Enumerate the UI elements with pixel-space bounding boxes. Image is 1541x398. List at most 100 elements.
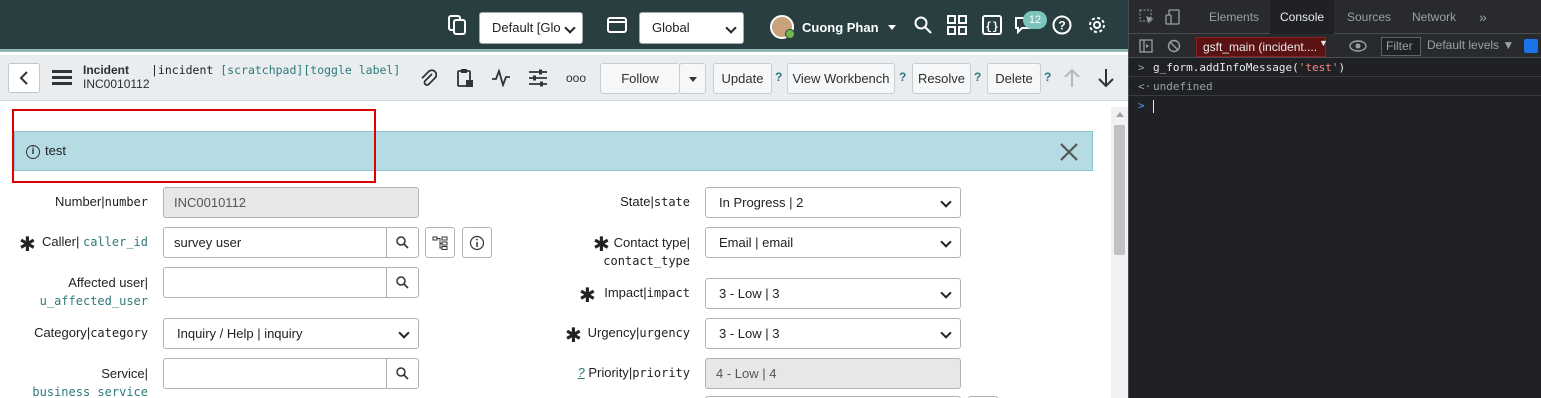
command-object: g_form. <box>1153 61 1200 74</box>
javascript-context-select[interactable]: gsft_main (incident.... <box>1196 37 1326 57</box>
toggle-label-link[interactable]: [toggle label] <box>303 63 400 77</box>
console-result-line: <· undefined <box>1129 77 1541 96</box>
caller-input[interactable]: survey user <box>163 227 419 258</box>
follow-button[interactable]: Follow <box>600 63 680 94</box>
console-prompt-line[interactable]: > <box>1129 96 1541 115</box>
state-label: State|state <box>620 194 690 209</box>
number-field: INC0010112 <box>163 187 419 218</box>
command-suffix: ) <box>1338 61 1346 74</box>
form-scrollbar[interactable] <box>1111 107 1128 398</box>
view-workbench-help-icon[interactable]: ? <box>899 70 906 84</box>
urgency-select[interactable]: 3 - Low | 3 <box>705 318 961 349</box>
result-arrow-icon: <· <box>1138 80 1152 93</box>
impact-select[interactable]: 3 - Low | 3 <box>705 278 961 309</box>
user-avatar <box>770 15 795 39</box>
device-toolbar-icon[interactable] <box>1165 9 1181 28</box>
previous-record-arrow-icon[interactable] <box>1061 67 1083 89</box>
hamburger-menu-icon[interactable] <box>52 70 72 86</box>
service-input[interactable] <box>163 358 419 389</box>
update-help-icon[interactable]: ? <box>775 70 782 84</box>
gear-icon[interactable] <box>1086 14 1108 36</box>
search-icon[interactable] <box>386 359 418 388</box>
search-icon[interactable] <box>386 228 418 257</box>
log-levels-select[interactable]: Default levels ▼ <box>1427 38 1514 52</box>
connect-sidebar-grid-icon[interactable] <box>946 14 968 36</box>
affected-user-input[interactable] <box>163 267 419 298</box>
personalize-sliders-icon[interactable] <box>527 67 549 89</box>
devtools-panel: Elements Console Sources Network » gsft_… <box>1128 0 1541 398</box>
resolve-help-icon[interactable]: ? <box>974 70 981 84</box>
update-button[interactable]: Update <box>713 63 772 94</box>
record-type: Incident <box>83 63 130 77</box>
caret-down-icon <box>688 77 697 83</box>
category-select[interactable]: Inquiry / Help | inquiry <box>163 318 419 349</box>
domain-picker-icon[interactable] <box>446 14 468 36</box>
command-argument: 'test' <box>1298 61 1339 74</box>
sidebar-toggle-icon[interactable] <box>1139 39 1153 56</box>
issues-icon[interactable] <box>1524 39 1538 53</box>
context-caret-icon: ▼ <box>1319 38 1328 48</box>
notification-badge: 12 <box>1023 11 1047 29</box>
more-options-icon[interactable]: ooo <box>565 67 587 89</box>
devtools-tabbar: Elements Console Sources Network » <box>1129 0 1541 34</box>
activity-pulse-icon[interactable] <box>490 67 512 89</box>
more-tabs-icon[interactable]: » <box>1469 0 1497 34</box>
highlight-annotation-box <box>12 109 376 183</box>
delete-button[interactable]: Delete <box>987 63 1041 94</box>
application-picker-icon[interactable] <box>606 14 628 36</box>
tab-sources[interactable]: Sources <box>1337 0 1401 34</box>
caller-tree-icon[interactable] <box>425 227 455 258</box>
console-toolbar: gsft_main (incident.... ▼ Filter Default… <box>1129 34 1541 58</box>
chevron-down-icon <box>887 24 896 30</box>
attachment-icon[interactable] <box>417 67 439 89</box>
record-title: Incident INC0010112 <box>83 63 150 91</box>
impact-label: Impact|impact <box>604 285 690 300</box>
console-filter-input[interactable]: Filter <box>1381 37 1421 56</box>
priority-field: 4 - Low | 4 <box>705 358 961 389</box>
tab-console[interactable]: Console <box>1270 0 1335 34</box>
inspect-element-icon[interactable] <box>1139 9 1155 28</box>
console-output: > g_form.addInfoMessage('test') <· undef… <box>1129 58 1541 115</box>
back-button[interactable] <box>8 63 40 93</box>
view-workbench-button[interactable]: View Workbench <box>787 63 895 94</box>
table-tech-label: |incident [scratchpad][toggle label] <box>151 63 400 77</box>
state-select[interactable]: In Progress | 2 <box>705 187 961 218</box>
scratchpad-link[interactable]: [scratchpad] <box>220 63 303 77</box>
console-input-line: > g_form.addInfoMessage('test') <box>1129 58 1541 77</box>
prompt-chevron-icon: > <box>1138 99 1145 112</box>
search-icon[interactable] <box>386 268 418 297</box>
user-menu[interactable]: Cuong Phan <box>770 14 896 40</box>
command-function: addInfoMessage( <box>1199 61 1299 74</box>
delete-help-icon[interactable]: ? <box>1044 70 1051 84</box>
follow-dropdown-button[interactable] <box>679 63 706 94</box>
scrollbar-thumb[interactable] <box>1114 125 1125 255</box>
category-label: Category|category <box>34 325 148 340</box>
next-record-arrow-icon[interactable] <box>1095 67 1117 89</box>
live-expression-eye-icon[interactable] <box>1349 39 1367 56</box>
caller-info-icon[interactable] <box>462 227 492 258</box>
domain-select[interactable]: Default [Glo <box>479 12 583 44</box>
studio-code-icon[interactable]: {} <box>981 14 1003 36</box>
caller-value: survey user <box>174 235 242 250</box>
chevron-left-icon <box>19 71 28 85</box>
clipboard-icon[interactable] <box>454 67 476 89</box>
resolve-button[interactable]: Resolve <box>912 63 971 94</box>
table-name: |incident <box>151 63 214 77</box>
number-label: Number|number <box>55 194 148 209</box>
clear-console-icon[interactable] <box>1167 39 1181 56</box>
urgency-label: Urgency|urgency <box>587 325 690 340</box>
record-number: INC0010112 <box>83 77 150 91</box>
caller-label: Caller| caller_id <box>41 234 148 249</box>
tab-elements[interactable]: Elements <box>1199 0 1269 34</box>
contact-type-select[interactable]: Email | email <box>705 227 961 258</box>
text-cursor <box>1153 99 1154 113</box>
svg-text:{}: {} <box>985 22 998 34</box>
close-icon[interactable] <box>1058 141 1080 163</box>
search-icon[interactable] <box>912 14 934 36</box>
application-scope-select[interactable]: Global <box>639 12 744 44</box>
tab-network[interactable]: Network <box>1402 0 1466 34</box>
help-icon[interactable]: ? <box>1051 14 1073 36</box>
user-name: Cuong Phan <box>802 19 879 35</box>
service-label: Service| business_service <box>32 366 148 398</box>
form-header: Incident INC0010112 |incident [scratchpa… <box>0 55 1128 101</box>
